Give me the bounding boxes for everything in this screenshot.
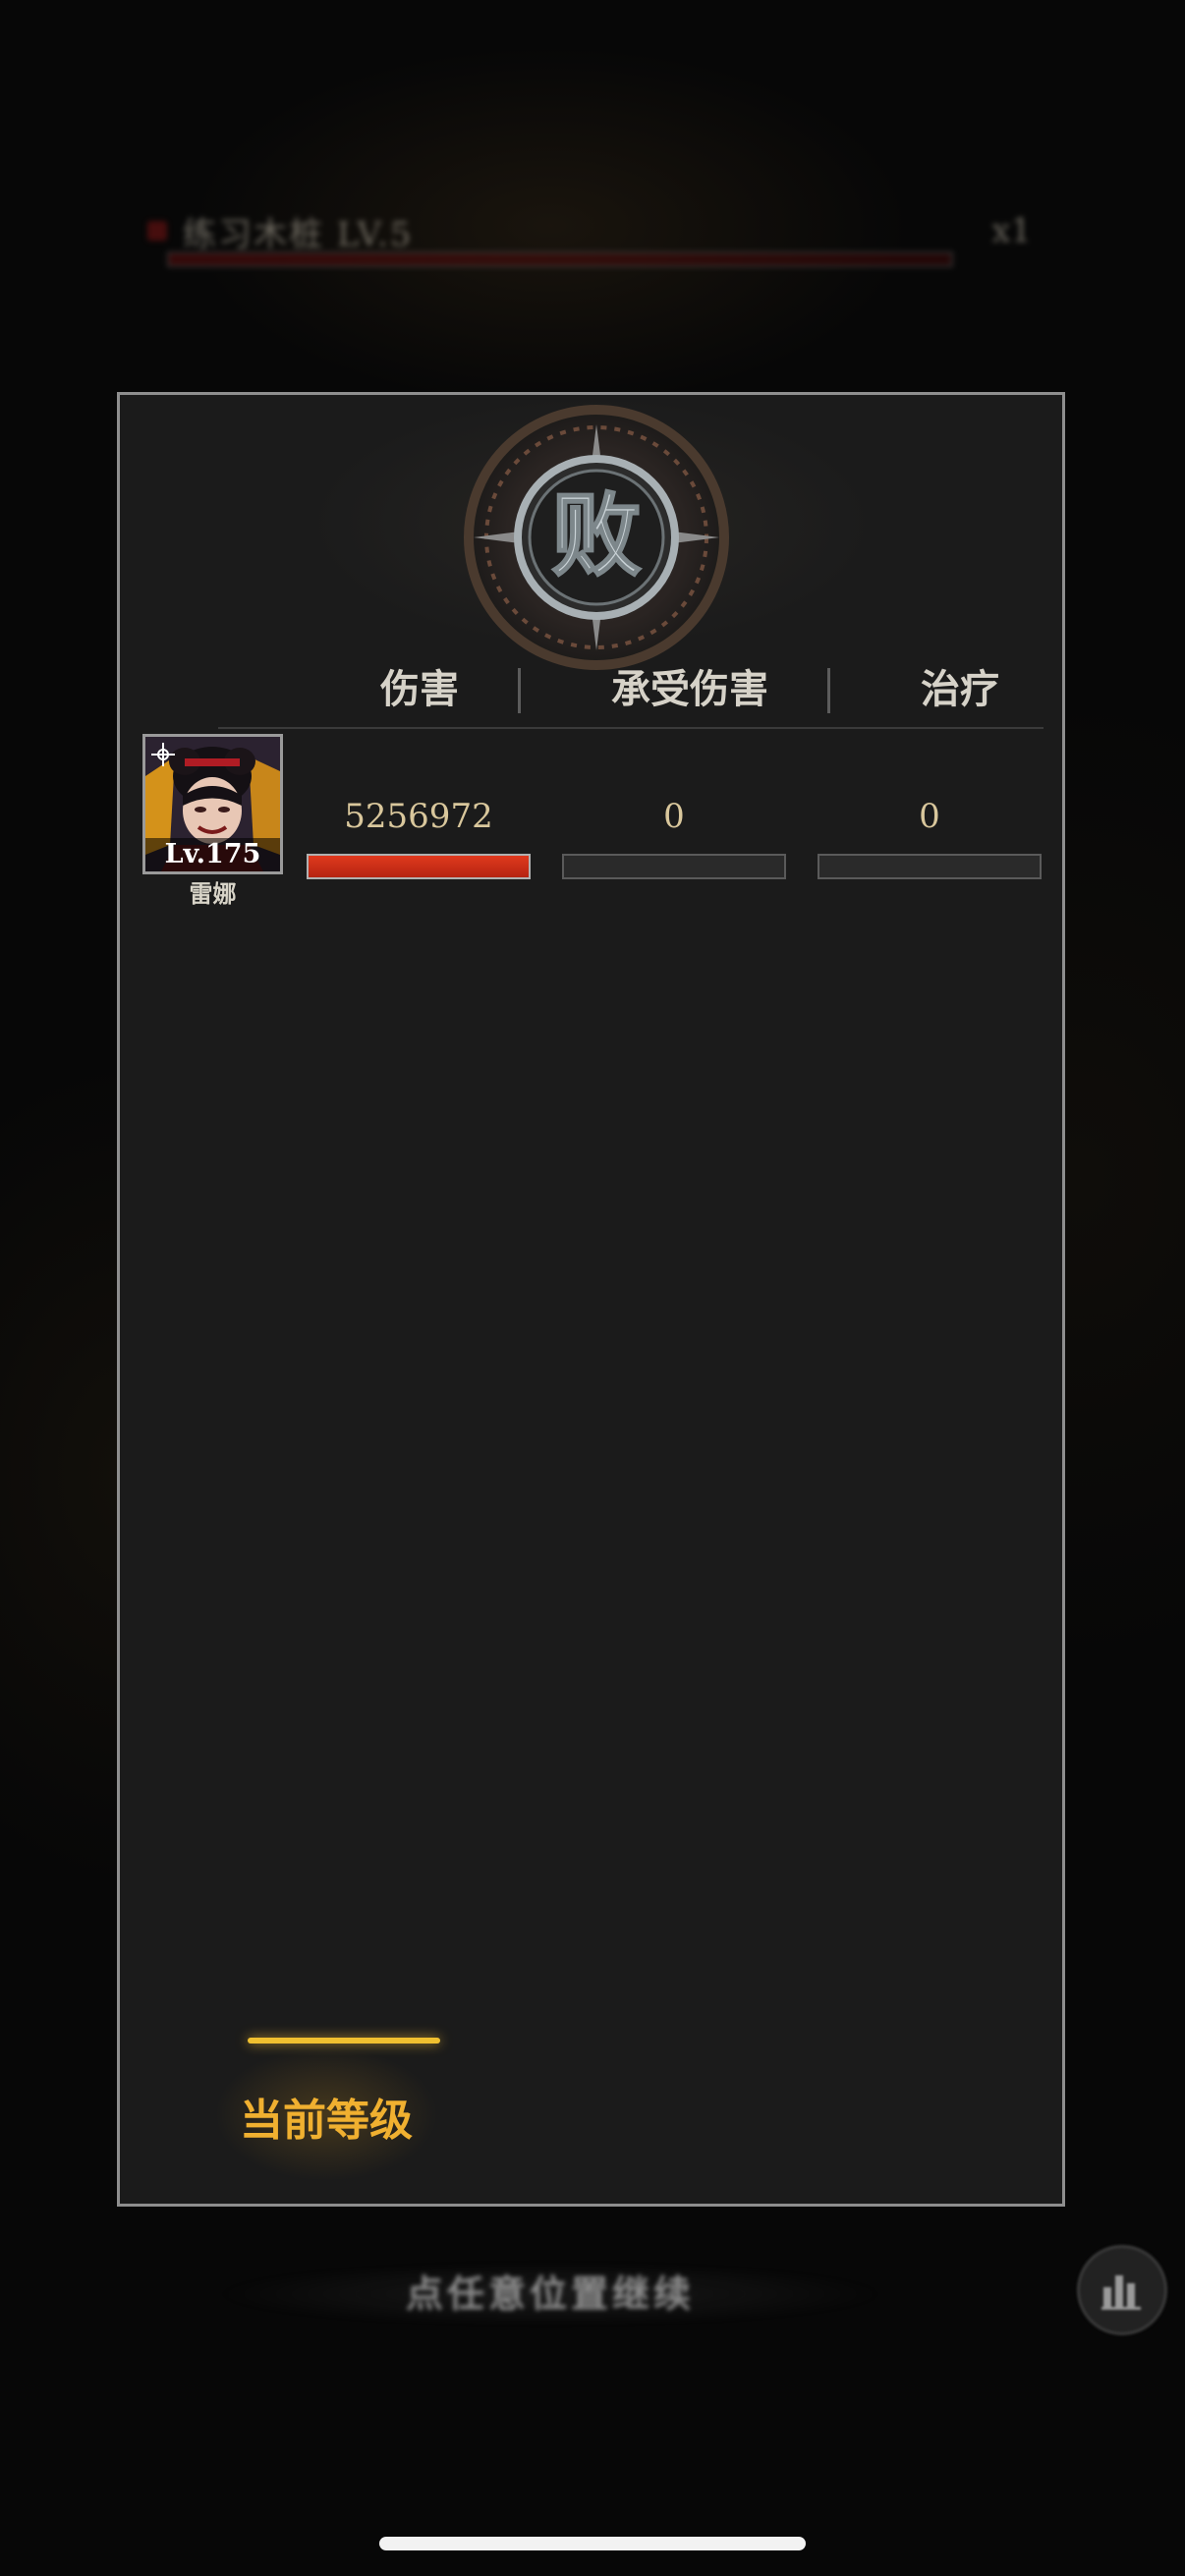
- damage-bar: [307, 854, 531, 879]
- stage-multiplier: x1: [991, 211, 1032, 251]
- stats-header: 伤害 承受伤害 治疗: [120, 650, 1062, 729]
- battle-result-panel: 败 伤害 承受伤害 治疗 Lv.175 雷娜 5256972 0 0 当前等级: [117, 392, 1065, 2207]
- healing-bar: [818, 854, 1042, 879]
- healing-value: 0: [919, 797, 940, 836]
- defeat-emblem-icon: 败: [464, 405, 729, 670]
- stats-button[interactable]: [1077, 2245, 1167, 2335]
- stage-name: 练习木桩 LV.5: [183, 214, 414, 254]
- tap-to-continue[interactable]: 点任意位置继续: [98, 2255, 1002, 2333]
- bar-chart-icon: [1101, 2275, 1141, 2310]
- damage-bar-fill: [309, 856, 529, 877]
- defeat-emblem: 败: [454, 405, 739, 690]
- tab-label: 当前等级: [240, 2096, 413, 2146]
- header-underline: [218, 727, 1044, 729]
- header-divider: [827, 668, 830, 713]
- stage-banner: 练习木桩 LV.5 x1: [147, 187, 1032, 275]
- tab-active-indicator: [248, 2038, 440, 2044]
- stage-marker-icon: [147, 221, 167, 241]
- hero-name: 雷娜: [189, 879, 237, 908]
- stage-hp-bar: [167, 252, 953, 267]
- damage-taken-value: 0: [663, 797, 685, 836]
- damage-taken-bar: [562, 854, 786, 879]
- damage-value: 5256972: [344, 797, 493, 836]
- column-healing: 治疗: [921, 666, 999, 712]
- column-damage: 伤害: [380, 666, 459, 712]
- home-indicator[interactable]: [379, 2537, 806, 2550]
- hero-level: Lv.175: [145, 838, 280, 871]
- header-divider: [518, 668, 521, 713]
- column-damage-taken: 承受伤害: [611, 666, 768, 712]
- tab-current-level[interactable]: 当前等级: [179, 2036, 474, 2183]
- emblem-text: 败: [551, 482, 642, 588]
- hero-stats-row: Lv.175 雷娜 5256972 0 0: [120, 734, 1062, 911]
- hero-avatar[interactable]: Lv.175: [142, 734, 283, 874]
